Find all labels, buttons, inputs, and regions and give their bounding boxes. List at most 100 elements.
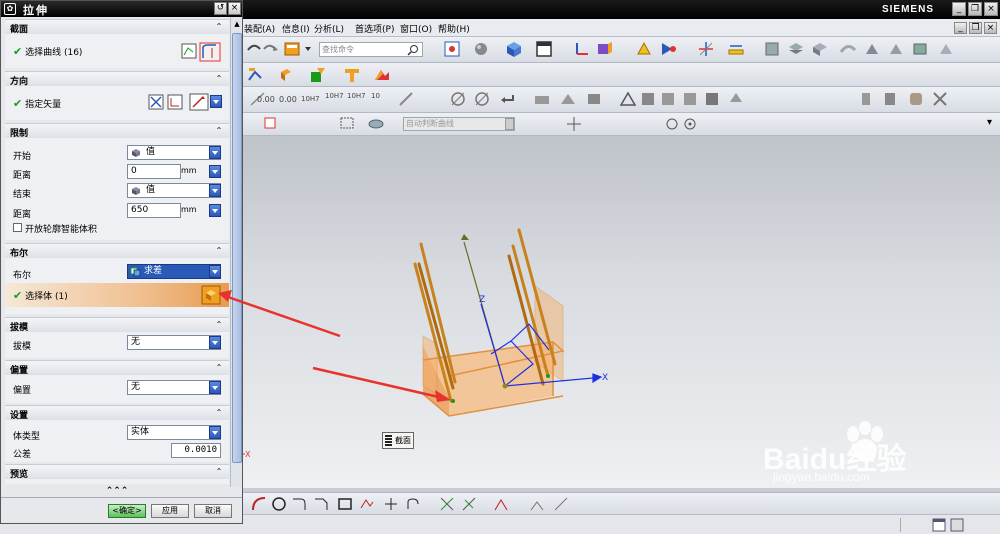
select-body-icon[interactable] (201, 285, 221, 305)
surface-icon[interactable] (839, 40, 857, 58)
restore-button[interactable]: ❐ (968, 2, 982, 16)
tolerance-input[interactable]: 0.0010 (171, 443, 221, 458)
dimension-auto-icon[interactable] (553, 496, 569, 512)
start-dropdown-icon[interactable] (209, 146, 221, 159)
sketch-section-icon[interactable] (181, 43, 197, 59)
curve-rule-dropdown-icon[interactable] (505, 118, 514, 130)
square-gray-icon[interactable] (639, 90, 657, 108)
tools-icon[interactable] (931, 90, 949, 108)
vector-dropdown-icon[interactable] (210, 95, 222, 108)
rectangle-icon[interactable] (337, 496, 353, 512)
offset-curve-icon[interactable] (405, 496, 421, 512)
grid-square-2-icon[interactable] (681, 90, 699, 108)
draft-dropdown-icon[interactable] (209, 336, 221, 349)
patch-icon[interactable] (911, 40, 929, 58)
tolerance-label-1[interactable]: 0.00 (257, 95, 275, 104)
redo-icon[interactable] (261, 40, 279, 58)
circle-slash-icon[interactable] (449, 90, 467, 108)
section-header-settings[interactable]: 设置 ⌃ (5, 405, 229, 421)
select-body-row[interactable]: ✔ 选择体 (1) (5, 283, 229, 307)
collapse-icon[interactable]: ⌃ (213, 320, 225, 330)
constraint-icon[interactable] (529, 496, 545, 512)
boolean-dropdown-icon[interactable] (209, 265, 221, 278)
status-window-icon[interactable] (932, 518, 946, 532)
orient-icon[interactable] (595, 40, 613, 58)
curve-rule-select[interactable]: 自动判断曲线 (403, 117, 515, 131)
menu-window[interactable]: 窗口(O) (400, 22, 432, 35)
extrude-icon[interactable] (277, 66, 295, 84)
end-distance-menu-icon[interactable] (209, 204, 221, 217)
section-header-direction[interactable]: 方向 ⌃ (5, 71, 229, 87)
pmi-3-icon[interactable] (585, 90, 603, 108)
offset-select[interactable]: 无 (127, 380, 221, 395)
tolerance-label-4[interactable]: 10H7 (325, 92, 344, 100)
section-header-boolean[interactable]: 布尔 ⌃ (5, 243, 229, 259)
vector-dialog-icon[interactable] (167, 94, 183, 110)
menu-help[interactable]: 帮助(H) (438, 22, 470, 35)
circle-point-icon[interactable] (663, 115, 681, 133)
circle-slash-2-icon[interactable] (473, 90, 491, 108)
cylinder-2-icon[interactable] (881, 90, 899, 108)
scroll-up-icon[interactable]: ▲ (232, 19, 242, 29)
tolerance-label-2[interactable]: 0.00 (279, 95, 297, 104)
open-profile-checkbox[interactable] (13, 223, 22, 232)
section-header-preview[interactable]: 预览 ⌃ (5, 464, 229, 480)
assembly-icon[interactable] (763, 40, 781, 58)
tolerance-label-5[interactable]: 10H7 (347, 92, 366, 100)
snap-icon[interactable] (635, 40, 653, 58)
end-select[interactable]: 值 (127, 183, 221, 198)
edge-blend-icon[interactable] (373, 66, 391, 84)
square-dark-icon[interactable] (703, 90, 721, 108)
inferred-vector-icon[interactable] (189, 93, 209, 111)
doc-minimize-button[interactable]: _ (954, 22, 967, 34)
collapse-icon[interactable]: ⌃ (213, 363, 225, 373)
fillet-icon[interactable] (291, 496, 307, 512)
menu-preferences[interactable]: 首选项(P) (355, 22, 394, 35)
boolean-select[interactable]: 求差 (127, 264, 221, 279)
collapse-icon[interactable]: ⌃ (213, 246, 225, 256)
section-header-offset[interactable]: 偏置 ⌃ (5, 360, 229, 376)
select-face-icon[interactable] (367, 115, 385, 133)
point-icon[interactable] (383, 496, 399, 512)
sew-icon[interactable] (887, 40, 905, 58)
command-finder-icon[interactable] (283, 40, 301, 58)
pmi-icon[interactable] (533, 90, 551, 108)
doc-close-button[interactable]: × (984, 22, 997, 34)
start-distance-menu-icon[interactable] (209, 165, 221, 178)
extract-icon[interactable] (937, 40, 955, 58)
command-finder-dropdown-icon[interactable] (305, 47, 311, 51)
datum-plane-icon[interactable] (309, 66, 327, 84)
menu-assembly[interactable]: 装配(A) (244, 22, 275, 35)
dialog-titlebar[interactable]: ✿ 拉伸 ↺ × (1, 1, 242, 17)
grid-icon[interactable] (697, 40, 715, 58)
status-grid-icon[interactable] (950, 518, 964, 532)
sheet-icon[interactable] (811, 40, 829, 58)
body-type-dropdown-icon[interactable] (209, 426, 221, 439)
section-header-limits[interactable]: 限制 ⌃ (5, 123, 229, 139)
block-icon[interactable] (907, 90, 925, 108)
expand-more-icon[interactable]: ⌃⌃⌃ (5, 486, 229, 496)
collapse-icon[interactable]: ⌃ (213, 74, 225, 84)
ok-button[interactable]: <确定> (108, 504, 146, 518)
collapse-icon[interactable]: ⌃ (213, 408, 225, 418)
wcs-icon[interactable] (573, 40, 591, 58)
reverse-direction-icon[interactable] (148, 94, 164, 110)
hatch-icon[interactable] (397, 90, 415, 108)
center-point-icon[interactable] (681, 115, 699, 133)
gear-icon[interactable]: ✿ (4, 3, 16, 15)
chamfer-icon[interactable] (313, 496, 329, 512)
dialog-scrollbar[interactable]: ▲ (230, 17, 242, 487)
render-style-icon[interactable] (473, 40, 491, 58)
apply-button[interactable]: 应用 (151, 504, 189, 518)
unite-icon[interactable] (343, 66, 361, 84)
background-icon[interactable] (535, 40, 553, 58)
menu-info[interactable]: 信息(I) (282, 22, 310, 35)
extend-curve-icon[interactable] (461, 496, 477, 512)
collapse-icon[interactable]: ⌃ (213, 126, 225, 136)
end-dropdown-icon[interactable] (209, 184, 221, 197)
cylinder-icon[interactable] (857, 90, 875, 108)
trim-icon[interactable] (863, 40, 881, 58)
polyline-icon[interactable] (359, 496, 375, 512)
layers-icon[interactable] (787, 40, 805, 58)
start-select[interactable]: 值 (127, 145, 221, 160)
